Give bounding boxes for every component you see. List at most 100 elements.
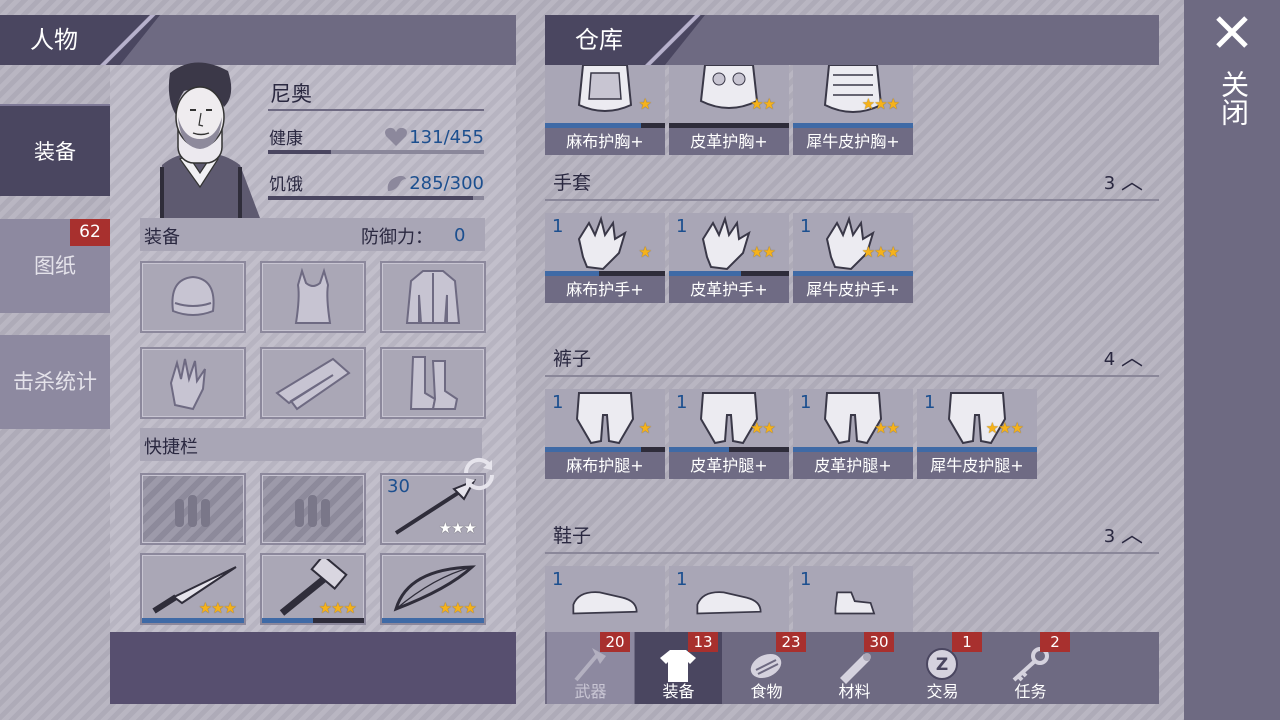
collapse-icon[interactable]: ︿ bbox=[1121, 170, 1143, 195]
item-name: 犀牛皮护腿+ bbox=[917, 452, 1037, 479]
tab-badge: 13 bbox=[688, 632, 718, 652]
star-rating: ★★ bbox=[874, 419, 900, 437]
side-tab-kill-stats[interactable]: 击杀统计 bbox=[0, 335, 110, 429]
warehouse-item[interactable]: 1 ★★ 皮革护腿+ bbox=[793, 389, 913, 479]
character-name: 尼奥 bbox=[270, 82, 312, 106]
item-count: 1 bbox=[676, 569, 688, 590]
item-name: 犀牛皮护手+ bbox=[793, 276, 913, 303]
warehouse-item[interactable]: 1 ★★★ 犀牛皮护腿+ bbox=[917, 389, 1037, 479]
quickbar-slot-hammer[interactable]: ★★★ bbox=[260, 553, 366, 625]
star-rating: ★ bbox=[638, 243, 652, 261]
quickbar-slot-knife[interactable]: ★★★ bbox=[140, 553, 246, 625]
warehouse-item[interactable]: 1 bbox=[545, 566, 665, 632]
warehouse-item[interactable]: 1 ★ 麻布护手+ bbox=[545, 213, 665, 303]
tab-materials[interactable]: 30 材料 bbox=[811, 632, 898, 704]
quickbar-slot-locked[interactable] bbox=[140, 473, 246, 545]
warehouse-item[interactable]: ★★★ 犀牛皮护胸+ bbox=[793, 65, 913, 155]
item-name: 皮革护腿+ bbox=[669, 452, 789, 479]
tab-badge: 23 bbox=[776, 632, 806, 652]
star-rating: ★★★ bbox=[438, 599, 477, 617]
equip-slot-boots[interactable] bbox=[380, 347, 486, 419]
warehouse-list[interactable]: ★ 麻布护胸+ ★★ 皮革护胸+ ★★★ 犀牛皮护胸+ 手套 3 ︿ 1 ★ 麻… bbox=[545, 65, 1159, 632]
star-rating: ★★★ bbox=[438, 519, 477, 537]
tab-label: 交易 bbox=[926, 682, 959, 701]
warehouse-item[interactable]: 1 bbox=[793, 566, 913, 632]
hunger-bar-fill bbox=[268, 196, 474, 200]
warehouse-item[interactable]: 1 ★★★ 犀牛皮护手+ bbox=[793, 213, 913, 303]
warehouse-item[interactable]: ★ 麻布护胸+ bbox=[545, 65, 665, 155]
close-icon[interactable] bbox=[1214, 14, 1250, 50]
warehouse-item[interactable]: 1 ★★ 皮革护腿+ bbox=[669, 389, 789, 479]
tab-label: 任务 bbox=[1014, 682, 1047, 701]
equip-slot-vest[interactable] bbox=[260, 261, 366, 333]
star-rating: ★★★ bbox=[318, 599, 357, 617]
ammo-icon bbox=[175, 495, 210, 527]
character-portrait bbox=[140, 55, 262, 218]
warehouse-item[interactable]: 1 bbox=[669, 566, 789, 632]
warehouse-header: 仓库 bbox=[545, 15, 1159, 65]
blueprint-badge: 62 bbox=[70, 219, 110, 246]
health-bar bbox=[268, 150, 484, 154]
star-rating: ★★ bbox=[750, 95, 776, 113]
tab-label: 装备 bbox=[662, 682, 695, 701]
side-tab-equipment[interactable]: 装备 bbox=[0, 104, 110, 196]
jacket-icon bbox=[405, 270, 461, 324]
tab-label: 食物 bbox=[750, 682, 783, 701]
tab-badge: 2 bbox=[1040, 632, 1070, 652]
item-count: 1 bbox=[676, 216, 688, 237]
side-tab-label: 装备 bbox=[34, 140, 76, 164]
chest-armor-icon bbox=[823, 65, 883, 113]
item-count: 1 bbox=[800, 569, 812, 590]
swap-icon[interactable] bbox=[460, 457, 498, 495]
equip-slot-gloves[interactable] bbox=[140, 347, 246, 419]
health-label: 健康 bbox=[269, 129, 303, 149]
equip-slot-jacket[interactable] bbox=[380, 261, 486, 333]
quickbar-title: 快捷栏 bbox=[144, 437, 198, 458]
equipment-title: 装备 bbox=[144, 227, 180, 248]
ammo-icon bbox=[295, 495, 330, 527]
equip-slot-helmet[interactable] bbox=[140, 261, 246, 333]
tab-trade[interactable]: Z 1 交易 bbox=[899, 632, 986, 704]
tab-badge: 1 bbox=[952, 632, 982, 652]
equip-slot-pants[interactable] bbox=[260, 347, 366, 419]
tab-weapons[interactable]: 20 武器 bbox=[547, 632, 634, 704]
item-name: 皮革护腿+ bbox=[793, 452, 913, 479]
chest-armor-icon bbox=[577, 65, 633, 112]
star-rating: ★★ bbox=[750, 419, 776, 437]
side-tab-label: 击杀统计 bbox=[13, 370, 97, 394]
category-label: 鞋子 bbox=[553, 525, 592, 547]
category-label: 手套 bbox=[553, 172, 592, 194]
quickbar-slot-bow[interactable]: ★★★ bbox=[380, 553, 486, 625]
category-shoes[interactable]: 鞋子 3 ︿ bbox=[545, 518, 1159, 554]
defense-label: 防御力： bbox=[361, 227, 433, 248]
tab-food[interactable]: 23 食物 bbox=[723, 632, 810, 704]
item-name: 麻布护胸+ bbox=[545, 128, 665, 155]
pants-icon bbox=[275, 357, 351, 411]
star-rating: ★ bbox=[638, 95, 652, 113]
category-pants[interactable]: 裤子 4 ︿ bbox=[545, 341, 1159, 377]
tab-quests[interactable]: 2 任务 bbox=[987, 632, 1074, 704]
gloves-icon bbox=[169, 358, 206, 411]
item-count: 1 bbox=[552, 392, 564, 413]
collapse-icon[interactable]: ︿ bbox=[1121, 346, 1143, 371]
category-count: 4 bbox=[1103, 349, 1116, 370]
side-tab-blueprints[interactable]: 图纸 62 bbox=[0, 219, 110, 313]
item-count: 1 bbox=[552, 216, 564, 237]
star-rating: ★★★ bbox=[985, 419, 1024, 437]
defense-value: 0 bbox=[454, 225, 466, 246]
equipment-section-header bbox=[140, 218, 485, 251]
close-sidebar[interactable]: 关闭 bbox=[1184, 0, 1280, 720]
warehouse-item[interactable]: ★★ 皮革护胸+ bbox=[669, 65, 789, 155]
tab-badge: 20 bbox=[600, 632, 630, 652]
category-count: 3 bbox=[1103, 173, 1116, 194]
health-bar-fill bbox=[268, 150, 331, 154]
quickbar-slot-locked[interactable] bbox=[260, 473, 366, 545]
item-count: 1 bbox=[924, 392, 936, 413]
collapse-icon[interactable]: ︿ bbox=[1121, 523, 1143, 548]
tab-equipment[interactable]: 13 装备 bbox=[635, 632, 722, 704]
warehouse-item[interactable]: 1 ★★ 皮革护手+ bbox=[669, 213, 789, 303]
category-gloves[interactable]: 手套 3 ︿ bbox=[545, 165, 1159, 201]
warehouse-item[interactable]: 1 ★ 麻布护腿+ bbox=[545, 389, 665, 479]
vest-icon bbox=[294, 267, 332, 324]
tab-label: 武器 bbox=[574, 682, 607, 701]
